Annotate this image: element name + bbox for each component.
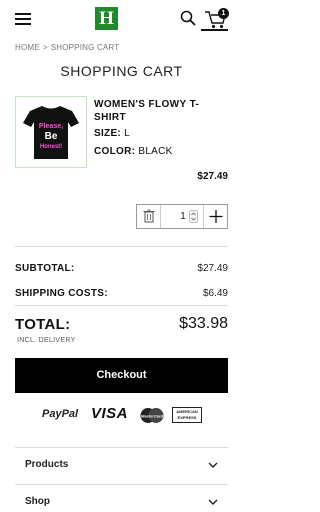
top-header: H 1 — [0, 0, 243, 36]
tshirt-print-line-2: Be — [45, 131, 58, 142]
paypal-logo: PayPal — [42, 408, 79, 420]
size-label: SIZE: — [94, 128, 122, 139]
accordion-shop-label: Shop — [25, 496, 50, 507]
tshirt-print-line-3: Honest! — [40, 144, 62, 150]
breadcrumb-separator: > — [42, 43, 48, 52]
increase-quantity-button[interactable] — [203, 205, 227, 228]
product-image[interactable]: Please, Be Honest! — [15, 96, 87, 168]
hamburger-menu-icon[interactable] — [15, 13, 31, 25]
amex-line-2: EXPRESS — [177, 415, 197, 420]
plus-icon — [209, 210, 223, 223]
total-label: TOTAL: — [15, 316, 71, 333]
mastercard-logo: MasterCard — [140, 408, 164, 423]
cart-active-indicator — [201, 29, 228, 31]
color-label: COLOR: — [94, 146, 136, 157]
cart-count-badge: 1 — [218, 8, 229, 19]
product-size: SIZE: L — [94, 128, 130, 139]
tshirt-print-line-1: Please, — [39, 123, 63, 130]
checkout-button[interactable]: Checkout — [15, 358, 228, 393]
mastercard-text: MasterCard — [141, 414, 164, 419]
accordion-shop[interactable]: Shop — [15, 485, 228, 512]
breadcrumb-home-link[interactable]: HOME — [15, 43, 40, 52]
product-name[interactable]: WOMEN'S FLOWY T-SHIRT — [94, 98, 214, 124]
site-logo[interactable]: H — [95, 7, 118, 30]
payment-methods: PayPal VISA MasterCard AMERICAN EXPRESS — [0, 405, 243, 425]
color-value: BLACK — [138, 146, 173, 157]
subtotal-label: SUBTOTAL: — [15, 263, 75, 274]
accordion-products-label: Products — [25, 459, 69, 470]
shipping-label: SHIPPING COSTS: — [15, 288, 108, 299]
accordion-products[interactable]: Products — [15, 448, 228, 484]
trash-icon — [143, 209, 155, 223]
visa-logo: VISA — [91, 405, 129, 422]
remove-item-button[interactable] — [137, 205, 161, 228]
divider — [15, 246, 228, 247]
tshirt-image: Please, Be Honest! — [23, 106, 79, 159]
amex-logo: AMERICAN EXPRESS — [172, 407, 202, 423]
product-color: COLOR: BLACK — [94, 146, 173, 157]
divider — [15, 305, 228, 306]
subtotal-value: $27.49 — [197, 263, 228, 274]
shipping-value: $6.49 — [202, 288, 228, 299]
total-value: $33.98 — [179, 315, 228, 332]
size-value: L — [124, 128, 131, 139]
search-icon[interactable] — [180, 10, 196, 26]
chevron-down-icon — [208, 462, 218, 468]
chevron-down-icon — [208, 499, 218, 505]
breadcrumb: HOME > SHOPPING CART — [15, 43, 119, 52]
product-price: $27.49 — [197, 171, 228, 182]
breadcrumb-current: SHOPPING CART — [50, 43, 120, 52]
quantity-spinner-icon[interactable] — [189, 210, 198, 223]
quantity-stepper — [136, 204, 228, 229]
total-note: INCL. DELIVERY — [17, 337, 76, 344]
page-title: SHOPPING CART — [60, 63, 183, 79]
